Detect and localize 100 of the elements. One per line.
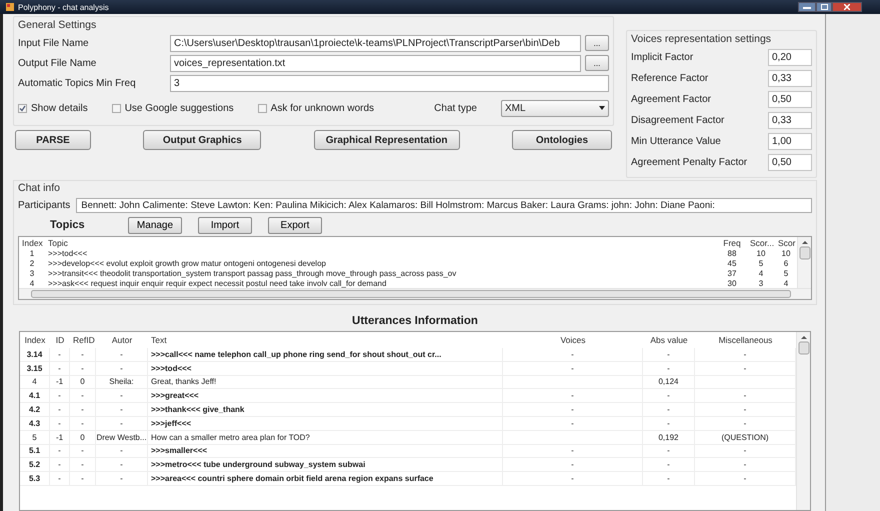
table-cell: 4.1 bbox=[20, 389, 50, 404]
table-cell: 3.14 bbox=[20, 348, 50, 362]
action-button[interactable]: Graphical Representation bbox=[314, 130, 460, 150]
table-cell: - bbox=[50, 403, 70, 417]
column-header[interactable]: Voices bbox=[503, 335, 643, 345]
table-cell: 5.2 bbox=[20, 458, 50, 472]
table-cell: - bbox=[96, 416, 148, 431]
column-header[interactable]: ID bbox=[50, 335, 70, 345]
table-cell: -1 bbox=[50, 376, 70, 390]
table-cell: 3.15 bbox=[20, 362, 50, 376]
table-cell: - bbox=[503, 416, 643, 431]
column-header[interactable]: Scor... bbox=[747, 238, 775, 248]
field-label: Reference Factor bbox=[630, 73, 710, 84]
table-cell: - bbox=[503, 458, 643, 472]
table-cell: - bbox=[50, 348, 70, 362]
topics-button[interactable]: Manage bbox=[128, 216, 182, 234]
table-cell: - bbox=[50, 416, 70, 431]
input-field[interactable]: 0,50 bbox=[768, 154, 812, 171]
minimize-button[interactable] bbox=[798, 2, 816, 12]
table-cell: - bbox=[96, 362, 148, 376]
table-cell-text: 1 bbox=[28, 248, 36, 258]
table-cell: - bbox=[503, 403, 643, 417]
table-cell: - bbox=[50, 444, 70, 458]
field-label: Automatic Topics Min Freq bbox=[18, 78, 137, 88]
column-header[interactable]: Index bbox=[19, 238, 45, 248]
checkbox-label: Show details bbox=[31, 102, 88, 114]
group-title: Voices representation settings bbox=[630, 33, 772, 45]
field-label: Min Utterance Value bbox=[630, 136, 722, 147]
action-button[interactable]: PARSE bbox=[15, 130, 91, 150]
field-label: Agreement Factor bbox=[630, 94, 712, 105]
checkbox[interactable] bbox=[18, 104, 27, 112]
column-header[interactable]: Scor bbox=[775, 238, 797, 248]
checkbox[interactable] bbox=[112, 104, 121, 112]
column-header[interactable]: Text bbox=[148, 335, 503, 345]
field-label: Output File Name bbox=[18, 58, 98, 68]
table-cell: - bbox=[96, 472, 148, 486]
checkbox[interactable] bbox=[258, 104, 267, 112]
app-icon bbox=[6, 3, 14, 11]
table-cell: - bbox=[643, 362, 695, 376]
action-button[interactable]: Ontologies bbox=[512, 130, 612, 150]
table-cell-text: 88 bbox=[726, 248, 738, 258]
topics-button[interactable]: Import bbox=[198, 216, 252, 234]
maximize-icon bbox=[820, 4, 828, 10]
table-cell-text: >>>develop<<< evolut exploit growth grow matur ontogeni ontogenesi develop bbox=[47, 258, 327, 268]
table-cell-text: 2 bbox=[28, 258, 36, 268]
table-cell: - bbox=[96, 458, 148, 472]
table-cell: - bbox=[96, 403, 148, 417]
group-title: Chat info bbox=[18, 182, 62, 194]
table-cell-text: >>>transit<<< theodolit transportation_system transport passag pass_through move_through pass_across pass_ov bbox=[47, 268, 458, 278]
table-cell: - bbox=[643, 348, 695, 362]
close-button[interactable] bbox=[832, 2, 862, 12]
browse-button[interactable]: ... bbox=[584, 35, 609, 51]
column-header[interactable]: RefID bbox=[70, 335, 96, 345]
table-cell: 5 bbox=[20, 430, 50, 445]
table-cell: - bbox=[643, 416, 695, 431]
participants-field[interactable]: Bennett: John Calimente: Steve Lawton: Ken: Paulina Mikicich: Alex Kalamaros: Bill Holmstrom: Marcus Baker: Laura Grams: john: John: Diane Paoni: bbox=[76, 198, 812, 212]
table-cell: - bbox=[96, 348, 148, 362]
column-header[interactable]: Abs value bbox=[643, 335, 695, 345]
action-button[interactable]: Output Graphics bbox=[143, 130, 262, 150]
column-header[interactable]: Miscellaneous bbox=[695, 335, 796, 345]
input-field[interactable]: 3 bbox=[170, 74, 609, 92]
chat-type-dropdown[interactable]: XML bbox=[500, 100, 609, 116]
column-header[interactable]: Topic bbox=[45, 238, 717, 248]
table-cell: - bbox=[96, 444, 148, 458]
topics-button[interactable]: Export bbox=[268, 216, 322, 234]
scroll-thumb-icon[interactable] bbox=[798, 246, 812, 260]
input-field[interactable]: 0,33 bbox=[768, 70, 812, 87]
maximize-button[interactable] bbox=[816, 2, 832, 12]
field-label: Implicit Factor bbox=[630, 52, 694, 63]
table-cell: 5.3 bbox=[20, 472, 50, 486]
table-cell: Great, thanks Jeff! bbox=[148, 376, 503, 390]
table-cell: - bbox=[503, 348, 643, 362]
table-cell: - bbox=[50, 472, 70, 486]
table-cell: - bbox=[96, 389, 148, 404]
vertical-scrollbar[interactable] bbox=[797, 237, 811, 288]
input-field[interactable]: 0,33 bbox=[768, 112, 812, 129]
table-cell: - bbox=[70, 403, 96, 417]
column-header[interactable]: Freq bbox=[717, 238, 747, 248]
table-cell-text: 30 bbox=[726, 278, 738, 288]
table-cell: Drew Westb... bbox=[96, 430, 148, 445]
input-field[interactable]: voices_representation.txt bbox=[170, 54, 581, 72]
scroll-thumb-icon[interactable] bbox=[797, 341, 810, 355]
browse-button[interactable]: ... bbox=[584, 55, 609, 71]
check-icon bbox=[19, 104, 26, 112]
participants-label: Participants bbox=[18, 200, 70, 210]
vertical-scrollbar[interactable] bbox=[796, 332, 810, 510]
table-cell: - bbox=[50, 389, 70, 404]
column-header[interactable]: Autor bbox=[96, 335, 148, 345]
table-cell: 0 bbox=[70, 430, 96, 445]
table-cell: 4.2 bbox=[20, 403, 50, 417]
table-cell: - bbox=[70, 472, 96, 486]
input-field[interactable]: 0,50 bbox=[768, 91, 812, 108]
input-field[interactable]: C:\Users\user\Desktop\trausan\1proiecte\k-teams\PLNProject\TranscriptParser\bin\Deb bbox=[170, 34, 581, 52]
table-cell: -1 bbox=[50, 430, 70, 445]
input-field[interactable]: 0,20 bbox=[768, 49, 812, 66]
checkbox-label: Use Google suggestions bbox=[124, 102, 234, 114]
input-field[interactable]: 1,00 bbox=[768, 133, 812, 150]
table-cell: >>>tod<<< bbox=[148, 362, 503, 376]
table-cell: - bbox=[643, 458, 695, 472]
column-header[interactable]: Index bbox=[20, 335, 50, 345]
